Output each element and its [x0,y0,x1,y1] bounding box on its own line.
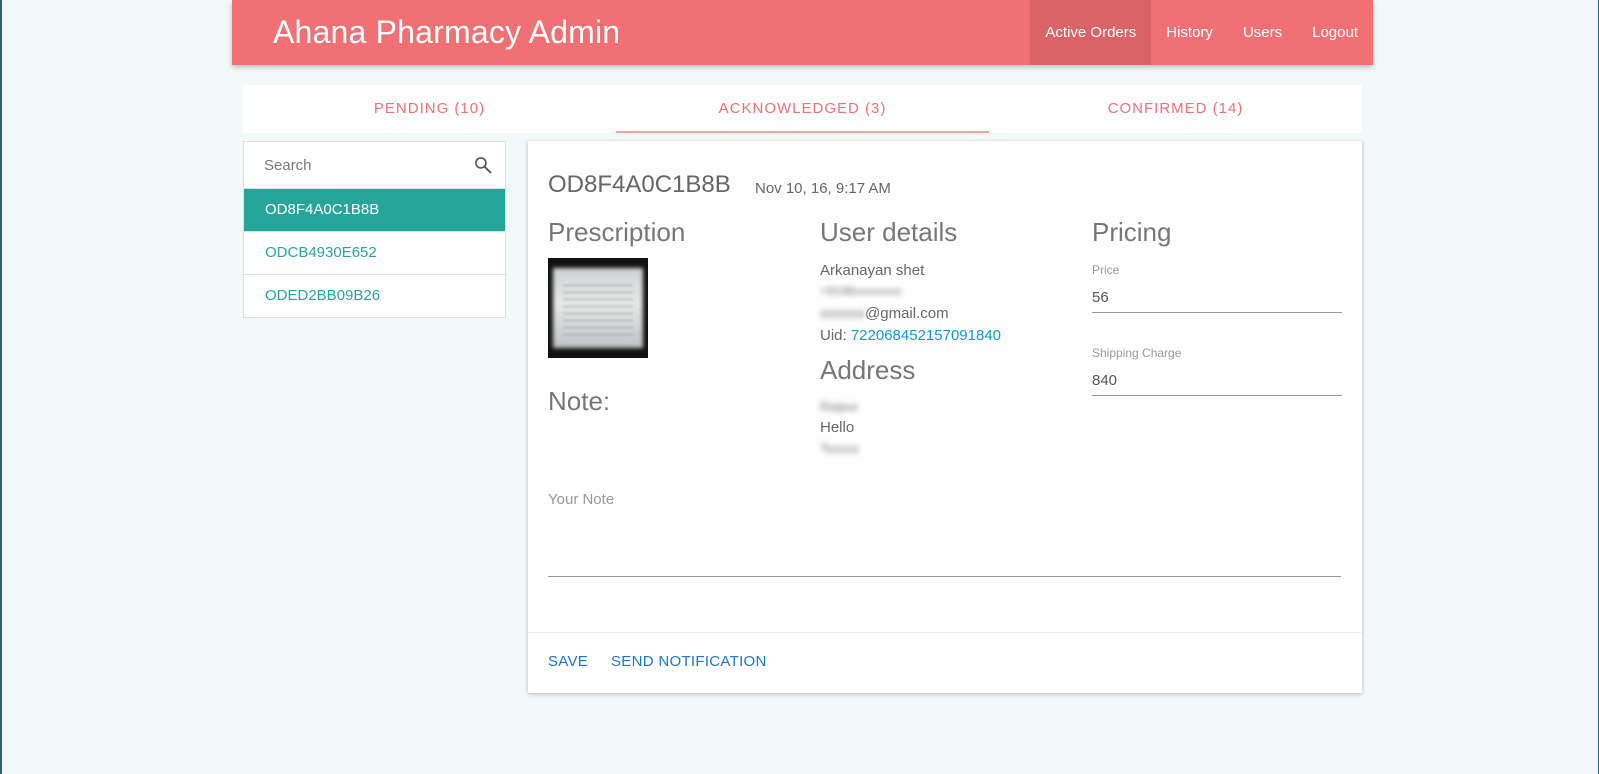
shipping-charge-label: Shipping Charge [1092,346,1182,360]
search-icon[interactable] [473,155,493,175]
pricing-heading: Pricing [1092,217,1172,247]
price-label: Price [1092,263,1120,277]
card-actions: SAVE SEND NOTIFICATION [528,632,1362,694]
prescription-image[interactable] [548,258,648,358]
uid-link[interactable]: 722068452157091840 [851,327,1001,344]
save-button[interactable]: SAVE [548,653,588,670]
user-uid: Uid: 722068452157091840 [820,327,1001,344]
user-email-suffix: @gmail.com [865,305,949,322]
order-list-panel: OD8F4A0C1B8B ODCB4930E652 ODED2BB09B26 [243,141,506,318]
nav-active-orders[interactable]: Active Orders [1030,0,1152,65]
order-list-item[interactable]: ODCB4930E652 [244,232,505,275]
user-name: Arkanayan shet [820,262,925,279]
shipping-charge-input[interactable] [1092,365,1342,396]
nav-users[interactable]: Users [1228,0,1297,65]
note-label: Your Note [548,491,615,508]
price-input[interactable] [1092,282,1342,313]
order-date: Nov 10, 16, 9:17 AM [755,180,891,197]
prescription-image-lines [563,280,633,335]
order-id: OD8F4A0C1B8B [548,171,731,198]
user-phone: +9198xxxxxxxx [820,284,902,298]
main-nav: Active Orders History Users Logout [1030,0,1373,65]
nav-history[interactable]: History [1151,0,1228,65]
order-detail-card: OD8F4A0C1B8B Nov 10, 16, 9:17 AM Prescri… [528,141,1362,693]
tab-confirmed[interactable]: CONFIRMED (14) [989,85,1362,133]
nav-logout[interactable]: Logout [1297,0,1373,65]
user-email: xxxxxx@gmail.com [820,305,949,322]
search-input[interactable] [264,142,464,188]
address-line: Hello [820,419,855,436]
address-heading: Address [820,355,916,385]
app-title: Ahana Pharmacy Admin [273,14,621,50]
order-list-item[interactable]: ODED2BB09B26 [244,275,505,318]
uid-label: Uid: [820,327,851,344]
user-email-prefix: xxxxxx [820,305,865,322]
search-row [244,142,505,189]
prescription-heading: Prescription [548,217,686,247]
top-navbar: Ahana Pharmacy Admin Active Orders Histo… [232,0,1373,65]
tab-acknowledged[interactable]: ACKNOWLEDGED (3) [616,85,989,133]
address-line: Raipur [820,399,859,414]
send-notification-button[interactable]: SEND NOTIFICATION [611,653,767,670]
address-line: Tsxxxx [820,441,859,456]
note-heading: Note: [548,386,611,416]
order-status-tabs: PENDING (10) ACKNOWLEDGED (3) CONFIRMED … [243,85,1362,133]
user-details-heading: User details [820,217,958,247]
order-list-item[interactable]: OD8F4A0C1B8B [244,189,505,232]
note-textarea[interactable] [548,526,1341,577]
tab-pending[interactable]: PENDING (10) [243,85,616,133]
